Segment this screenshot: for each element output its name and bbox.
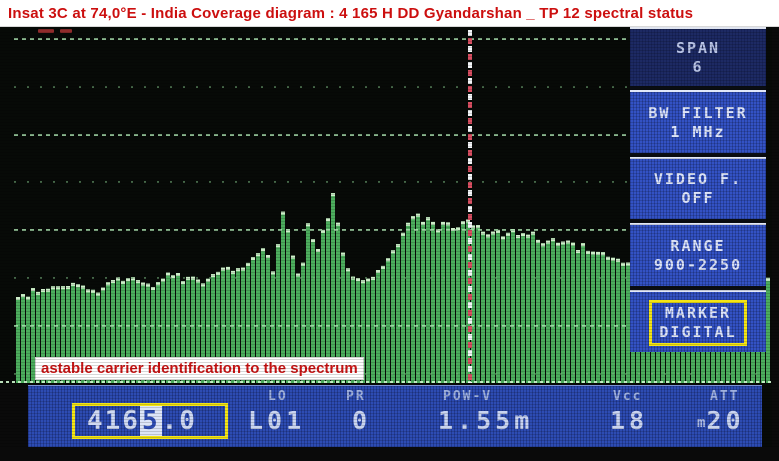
vcc-value: 18: [610, 406, 648, 436]
frequency-digits-after: .0: [162, 406, 197, 436]
bw-filter-button-label: BW FILTER: [648, 104, 747, 123]
bw-filter-button-value: 1 MHz: [670, 123, 725, 142]
video-filter-button-value: OFF: [681, 189, 714, 208]
page-title: Insat 3C at 74,0°E - India Coverage diag…: [0, 5, 693, 22]
photo-artifact-red-marks: [38, 29, 54, 33]
att-value: m20: [697, 406, 745, 438]
range-button-label: RANGE: [670, 237, 725, 256]
span-button-label: SPAN: [676, 39, 720, 58]
marker-digital-button[interactable]: MARKER DIGITAL: [630, 290, 766, 352]
pr-value: 0: [352, 406, 371, 436]
annotation-label: astable carrier identification to the sp…: [35, 357, 364, 380]
bw-filter-button[interactable]: BW FILTER 1 MHz: [630, 90, 766, 153]
frequency-field[interactable]: 4165.0: [72, 403, 228, 439]
video-filter-button[interactable]: VIDEO F. OFF: [630, 157, 766, 219]
status-bar: 4165.0 LO L01 PR 0 POW-V 1.55m Vcc 18 AT…: [28, 385, 762, 448]
marker-digital-button-value: DIGITAL: [659, 323, 736, 342]
frame-strip-right: [772, 26, 779, 447]
frequency-value: 4165.0: [87, 407, 197, 435]
frequency-selected-digit[interactable]: 5: [140, 406, 162, 436]
pow-v-label: POW-V: [443, 389, 492, 404]
vcc-label: Vcc: [613, 389, 642, 404]
att-value-number: 20: [706, 406, 744, 435]
span-button[interactable]: SPAN 6: [630, 27, 766, 86]
lo-value: L01: [248, 406, 305, 436]
pr-label: PR: [346, 389, 366, 404]
title-bar: Insat 3C at 74,0°E - India Coverage diag…: [0, 0, 779, 27]
range-button[interactable]: RANGE 900-2250: [630, 223, 766, 286]
button-panel: SPAN 6 BW FILTER 1 MHz VIDEO F. OFF RANG…: [630, 27, 766, 352]
marker-digital-highlight-box: MARKER DIGITAL: [649, 300, 746, 346]
video-filter-button-label: VIDEO F.: [654, 170, 742, 189]
frame-strip-left: [0, 385, 28, 447]
pow-v-value: 1.55m: [438, 406, 533, 436]
range-button-value: 900-2250: [654, 256, 742, 275]
att-label: ATT: [710, 389, 739, 404]
lo-label: LO: [268, 389, 288, 404]
frequency-marker-line: [468, 30, 472, 383]
photo-artifact-red-marks: [60, 29, 72, 33]
frequency-digits-before: 416: [87, 406, 140, 436]
frame-strip-bottom: [0, 447, 779, 461]
annotation-text: astable carrier identification to the sp…: [41, 360, 358, 377]
marker-digital-button-label: MARKER: [665, 304, 731, 323]
span-button-value: 6: [692, 58, 703, 77]
